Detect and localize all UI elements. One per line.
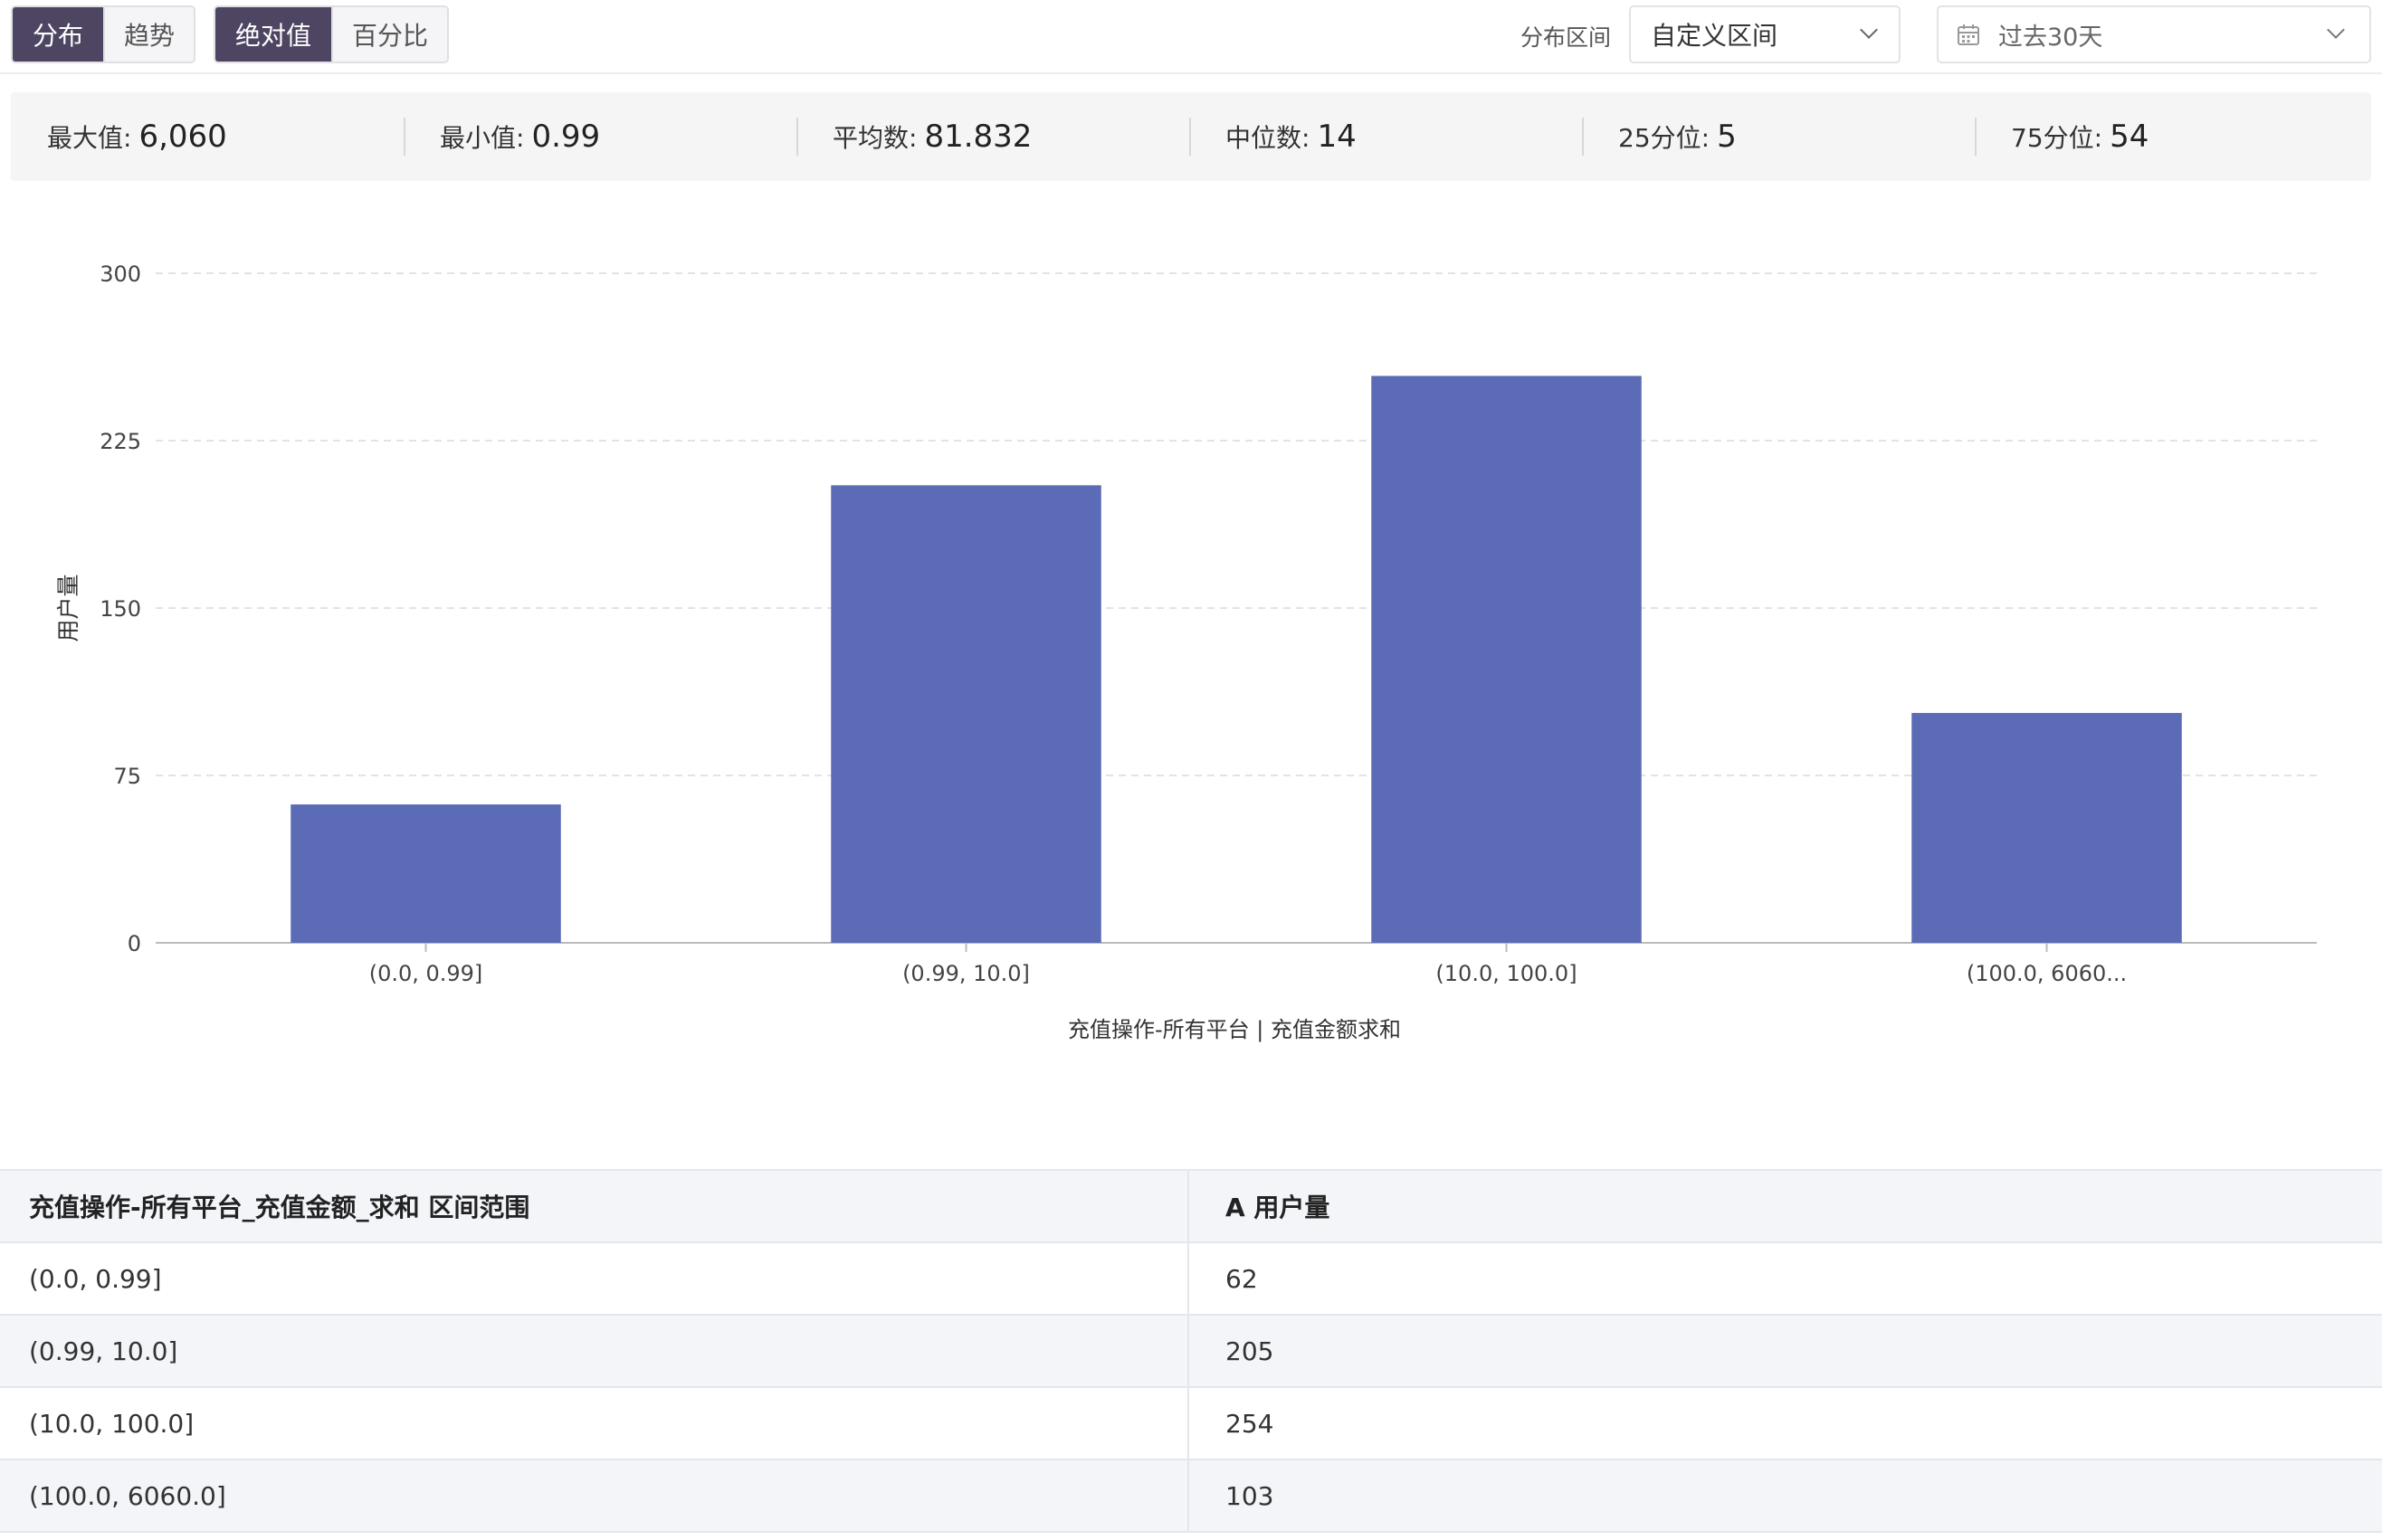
stat-median: 中位数: 14 — [1189, 92, 1582, 181]
table-cell: 62 — [1225, 1263, 1258, 1294]
stat-value: 81.832 — [924, 119, 1033, 155]
x-tick-label: (10.0, 100.0] — [1435, 961, 1577, 986]
table-row: (0.99, 10.0] 205 — [0, 1316, 2382, 1388]
table-row: (10.0, 100.0] 254 — [0, 1388, 2382, 1460]
x-tick-label: (100.0, 6060... — [1967, 961, 2127, 986]
chart-bar — [1371, 375, 1642, 943]
chevron-down-icon — [2327, 21, 2345, 39]
chevron-down-icon — [1860, 21, 1878, 39]
tab-trend[interactable]: 趋势 — [103, 7, 194, 62]
chart-bar — [291, 804, 561, 943]
x-tick-label: (0.99, 10.0] — [902, 961, 1030, 986]
view-mode-toggle: 分布 趋势 — [11, 5, 195, 63]
range-dropdown-value: 自定义区间 — [1651, 21, 1778, 51]
stats-summary: 最大值: 6,060 最小值: 0.99 平均数: 81.832 中位数: 14… — [11, 92, 2371, 181]
stat-value: 14 — [1317, 119, 1357, 155]
table-cell: 205 — [1225, 1336, 1274, 1366]
table-cell: (0.0, 0.99] — [0, 1243, 1189, 1314]
calendar-icon — [1958, 24, 1979, 45]
x-tick-label: (0.0, 0.99] — [369, 961, 483, 986]
stat-label: 最大值: — [47, 123, 132, 153]
stat-mean: 平均数: 81.832 — [796, 92, 1189, 181]
stat-p75: 75分位: 54 — [1975, 92, 2368, 181]
table-row: (0.0, 0.99] 62 — [0, 1243, 2382, 1316]
column-header-users[interactable]: A 用户量 — [1189, 1171, 2382, 1241]
y-tick-label: 225 — [100, 429, 141, 454]
stat-min: 最小值: 0.99 — [404, 92, 796, 181]
stat-value: 54 — [2110, 119, 2149, 155]
y-axis-label: 用户量 — [55, 574, 81, 642]
stat-value: 6,060 — [138, 119, 227, 155]
stat-label: 最小值: — [440, 123, 525, 153]
table-cell: (10.0, 100.0] — [0, 1388, 1189, 1459]
toolbar: 分布 趋势 绝对值 百分比 分布区间 自定义区间 过去30天 — [0, 0, 2382, 74]
table-row: (100.0, 6060.0] 103 — [0, 1460, 2382, 1533]
stat-label: 平均数: — [833, 123, 918, 153]
tab-percentage[interactable]: 百分比 — [331, 7, 447, 62]
stat-label: 中位数: — [1225, 123, 1310, 153]
data-table: 充值操作-所有平台_充值金额_求和 区间范围 A 用户量 (0.0, 0.99]… — [0, 1169, 2382, 1533]
tab-distribution[interactable]: 分布 — [13, 7, 103, 62]
chart-bar — [831, 485, 1101, 943]
y-tick-label: 0 — [128, 931, 141, 956]
table-header-row: 充值操作-所有平台_充值金额_求和 区间范围 A 用户量 — [0, 1171, 2382, 1243]
table-cell: (100.0, 6060.0] — [0, 1460, 1189, 1531]
distribution-chart: 300 225 150 75 0 (0.0, 0.99] (0.99, 10.0] (10.0… — [0, 208, 2382, 1068]
tab-absolute[interactable]: 绝对值 — [215, 7, 331, 62]
date-range-picker[interactable]: 过去30天 — [1937, 5, 2371, 63]
table-cell: (0.99, 10.0] — [0, 1316, 1189, 1386]
stat-label: 25分位: — [1618, 123, 1710, 153]
bar-chart: 300 225 150 75 0 (0.0, 0.99] (0.99, 10.0] (10.0… — [55, 261, 2317, 1042]
y-tick-label: 150 — [100, 596, 141, 622]
date-range-value: 过去30天 — [1998, 23, 2103, 52]
stat-value: 0.99 — [531, 119, 601, 155]
value-mode-toggle: 绝对值 百分比 — [214, 5, 449, 63]
stat-label: 75分位: — [2011, 123, 2103, 153]
stat-p25: 25分位: 5 — [1582, 92, 1975, 181]
range-label: 分布区间 — [1520, 24, 1612, 51]
y-tick-label: 75 — [113, 764, 141, 789]
table-cell: 254 — [1225, 1408, 1274, 1439]
x-axis-label: 充值操作-所有平台 | 充值金额求和 — [1068, 1017, 1401, 1042]
column-header-range[interactable]: 充值操作-所有平台_充值金额_求和 区间范围 — [0, 1171, 1189, 1241]
stat-max: 最大值: 6,060 — [11, 92, 404, 181]
y-tick-label: 300 — [100, 261, 141, 287]
table-cell: 103 — [1225, 1480, 1274, 1511]
stat-value: 5 — [1717, 119, 1737, 155]
chart-bar — [1911, 712, 2182, 943]
range-dropdown[interactable]: 自定义区间 — [1629, 5, 1901, 63]
